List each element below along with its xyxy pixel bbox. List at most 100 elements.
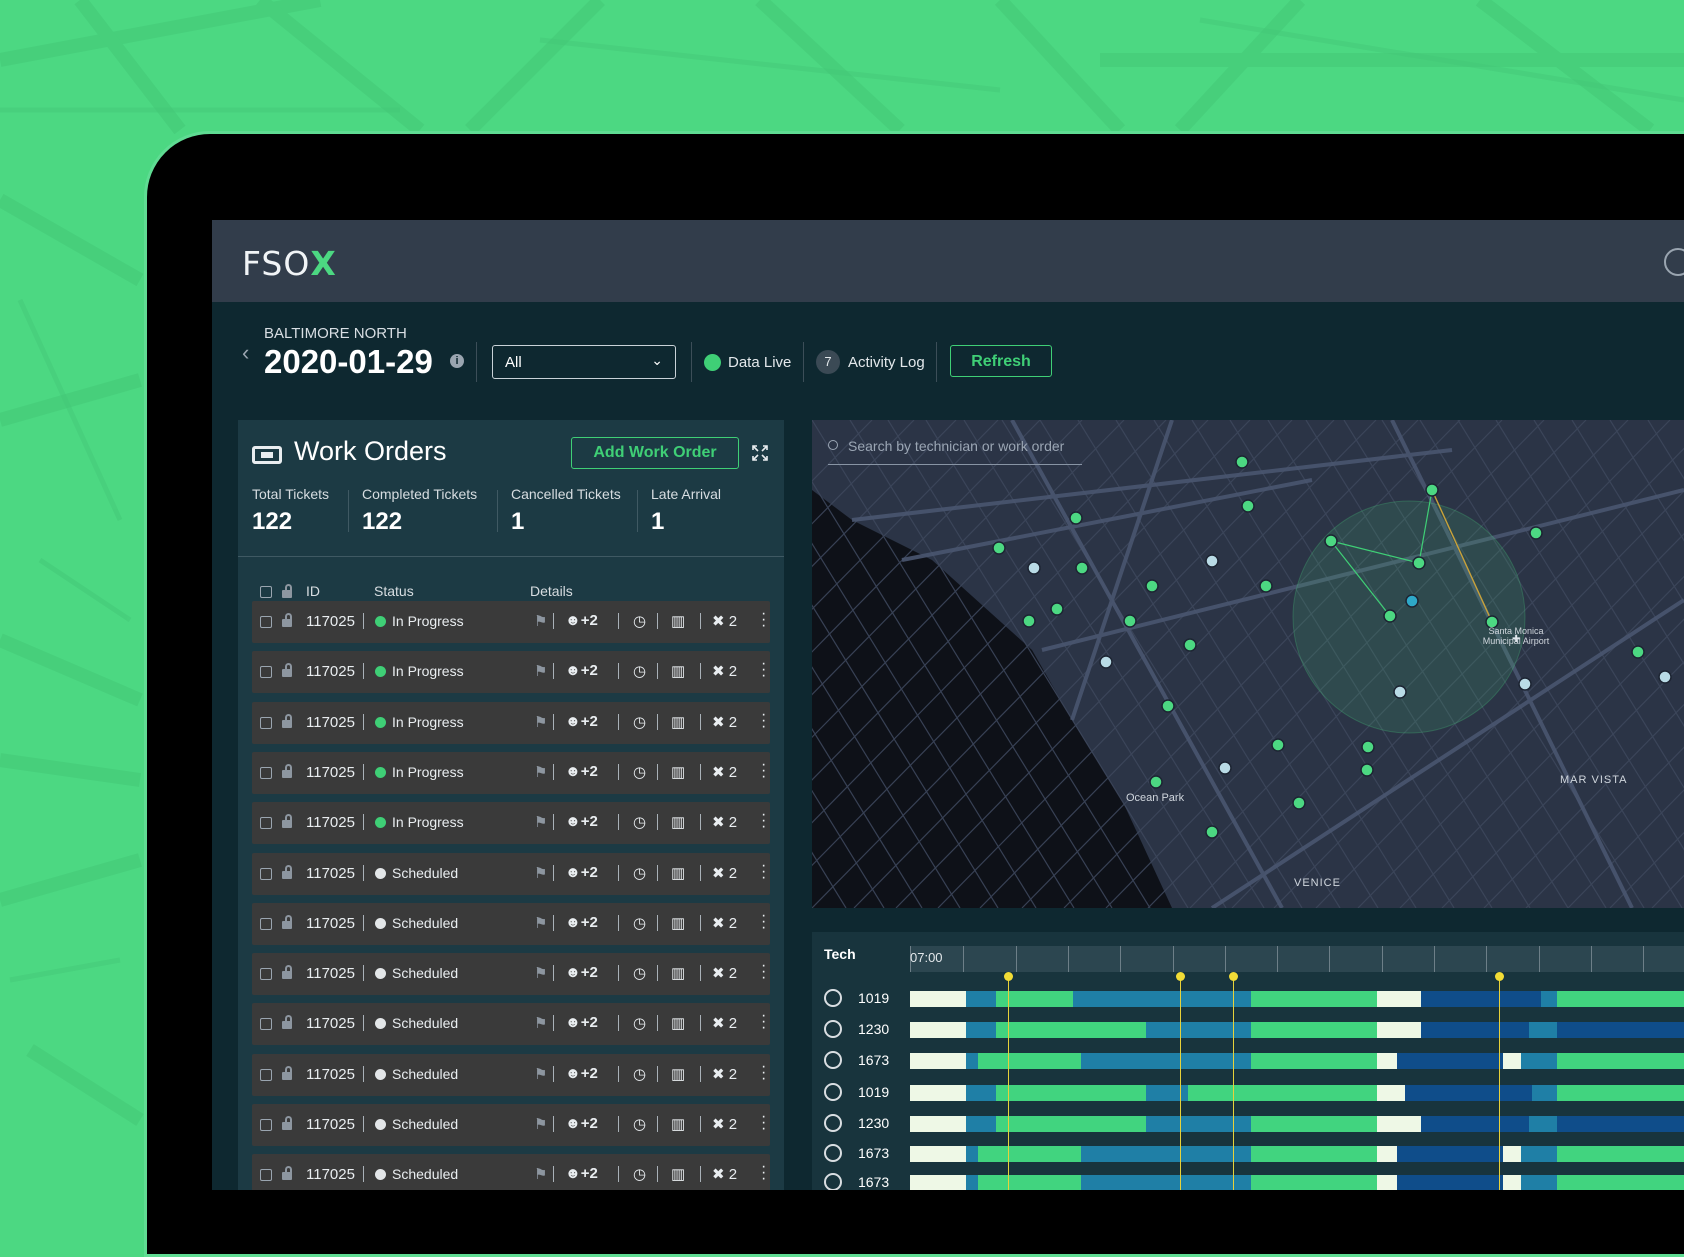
row-checkbox[interactable] xyxy=(260,968,272,981)
map-marker[interactable] xyxy=(1050,602,1064,616)
timeline-segment[interactable] xyxy=(1421,1116,1529,1132)
row-checkbox[interactable] xyxy=(260,766,272,779)
timeline-segment[interactable] xyxy=(910,1053,966,1069)
info-icon[interactable]: i xyxy=(450,354,464,368)
map-marker[interactable] xyxy=(1241,499,1255,513)
timeline-segment[interactable] xyxy=(1377,1175,1397,1190)
map-marker[interactable] xyxy=(1149,775,1163,789)
map-marker[interactable] xyxy=(1412,556,1426,570)
timeline-segment[interactable] xyxy=(1557,1175,1684,1190)
tools-icon[interactable]: ✖ 2 xyxy=(712,662,737,680)
timeline-segment[interactable] xyxy=(1541,991,1557,1007)
map-marker[interactable] xyxy=(1658,670,1672,684)
more-options-icon[interactable]: · · · xyxy=(761,1058,766,1086)
map-icon[interactable]: ▥ xyxy=(671,964,685,982)
flag-icon[interactable]: ⚑ xyxy=(534,1115,547,1133)
tools-icon[interactable]: ✖ 2 xyxy=(712,1065,737,1083)
timeline-segment[interactable] xyxy=(1557,1085,1684,1101)
map-icon[interactable]: ▥ xyxy=(671,662,685,680)
flag-icon[interactable]: ⚑ xyxy=(534,1165,547,1183)
timeline-segment[interactable] xyxy=(1377,1022,1421,1038)
activity-count-badge[interactable]: 7 xyxy=(816,350,840,374)
map-marker[interactable] xyxy=(1205,554,1219,568)
tools-icon[interactable]: ✖ 2 xyxy=(712,864,737,882)
timeline-segment[interactable] xyxy=(1557,991,1684,1007)
user-menu-icon[interactable] xyxy=(1664,248,1684,276)
technician-id[interactable]: 1230 xyxy=(858,1021,889,1037)
timeline-segment[interactable] xyxy=(996,1085,1146,1101)
flag-icon[interactable]: ⚑ xyxy=(534,662,547,680)
map-search-input[interactable]: Search by technician or work order xyxy=(848,438,1064,454)
map-icon[interactable]: ▥ xyxy=(671,813,685,831)
flag-icon[interactable]: ⚑ xyxy=(534,964,547,982)
timeline-segment[interactable] xyxy=(1251,1053,1377,1069)
map-icon[interactable]: ▥ xyxy=(671,1115,685,1133)
timeline-segment[interactable] xyxy=(966,1085,996,1101)
table-row[interactable]: 117025 Scheduled ⚑ ☻+2 ◷ ▥ ✖ 2 · · · xyxy=(252,1053,770,1096)
clock-icon[interactable]: ◷ xyxy=(633,1014,646,1032)
table-row[interactable]: 117025 In Progress ⚑ ☻+2 ◷ ▥ ✖ 2 · · · xyxy=(252,751,770,794)
row-checkbox[interactable] xyxy=(260,716,272,729)
assignees-icon[interactable]: ☻+2 xyxy=(565,662,598,679)
timeline-segment[interactable] xyxy=(978,1053,1081,1069)
event-marker[interactable] xyxy=(1229,972,1238,981)
timeline-segment[interactable] xyxy=(1397,1146,1503,1162)
row-checkbox[interactable] xyxy=(260,867,272,880)
timeline-segment[interactable] xyxy=(1081,1146,1251,1162)
event-marker[interactable] xyxy=(1176,972,1185,981)
more-options-icon[interactable]: · · · xyxy=(761,857,766,885)
clock-icon[interactable]: ◷ xyxy=(633,662,646,680)
timeline-segment[interactable] xyxy=(966,1146,978,1162)
timeline-segment[interactable] xyxy=(910,1085,966,1101)
map-marker[interactable] xyxy=(1271,738,1285,752)
more-options-icon[interactable]: · · · xyxy=(761,606,766,634)
map-canvas[interactable]: ✚ xyxy=(812,420,1684,908)
lock-icon[interactable] xyxy=(282,1015,292,1030)
map-marker[interactable] xyxy=(1393,685,1407,699)
lock-icon[interactable] xyxy=(282,1065,292,1080)
map-marker[interactable] xyxy=(1235,455,1249,469)
more-options-icon[interactable]: · · · xyxy=(761,706,766,734)
table-row[interactable]: 117025 In Progress ⚑ ☻+2 ◷ ▥ ✖ 2 · · · xyxy=(252,651,770,694)
flag-icon[interactable]: ⚑ xyxy=(534,612,547,630)
map-icon[interactable]: ▥ xyxy=(671,763,685,781)
timeline-segment[interactable] xyxy=(1251,1146,1377,1162)
timeline-segment[interactable] xyxy=(910,1146,966,1162)
table-row[interactable]: 117025 Scheduled ⚑ ☻+2 ◷ ▥ ✖ 2 · · · xyxy=(252,902,770,945)
timeline-segment[interactable] xyxy=(1557,1146,1684,1162)
timeline-segment[interactable] xyxy=(1377,1085,1405,1101)
timeline-segment[interactable] xyxy=(978,1146,1081,1162)
timeline-segment[interactable] xyxy=(966,1022,996,1038)
timeline-segment[interactable] xyxy=(1251,1175,1377,1190)
clock-icon[interactable]: ◷ xyxy=(633,1115,646,1133)
lock-icon[interactable] xyxy=(282,713,292,728)
flag-icon[interactable]: ⚑ xyxy=(534,813,547,831)
map-marker[interactable] xyxy=(1145,579,1159,593)
filter-select[interactable]: All ⌄ xyxy=(492,345,676,379)
flag-icon[interactable]: ⚑ xyxy=(534,864,547,882)
more-options-icon[interactable]: · · · xyxy=(761,958,766,986)
timeline-segment[interactable] xyxy=(1532,1085,1557,1101)
technician-id[interactable]: 1230 xyxy=(858,1115,889,1131)
timeline-segment[interactable] xyxy=(910,1175,966,1190)
clock-icon[interactable]: ◷ xyxy=(633,713,646,731)
timeline-segment[interactable] xyxy=(1251,991,1377,1007)
table-row[interactable]: 117025 Scheduled ⚑ ☻+2 ◷ ▥ ✖ 2 · · · xyxy=(252,852,770,895)
timeline-segment[interactable] xyxy=(1529,1116,1557,1132)
add-work-order-button[interactable]: Add Work Order xyxy=(571,437,739,469)
lock-icon[interactable] xyxy=(282,763,292,778)
timeline-segment[interactable] xyxy=(1377,1146,1397,1162)
map-marker[interactable] xyxy=(1022,614,1036,628)
timeline-segment[interactable] xyxy=(1421,991,1541,1007)
tools-icon[interactable]: ✖ 2 xyxy=(712,1165,737,1183)
map-marker[interactable] xyxy=(1123,614,1137,628)
lock-icon[interactable] xyxy=(282,965,292,980)
timeline-segment[interactable] xyxy=(1251,1116,1377,1132)
table-row[interactable]: 117025 In Progress ⚑ ☻+2 ◷ ▥ ✖ 2 · · · xyxy=(252,601,770,643)
timeline-segment[interactable] xyxy=(1081,1053,1251,1069)
map-marker[interactable] xyxy=(992,541,1006,555)
flag-icon[interactable]: ⚑ xyxy=(534,1065,547,1083)
timeline-segment[interactable] xyxy=(1073,991,1251,1007)
map-icon[interactable]: ▥ xyxy=(671,713,685,731)
column-header-status[interactable]: Status xyxy=(374,583,414,599)
